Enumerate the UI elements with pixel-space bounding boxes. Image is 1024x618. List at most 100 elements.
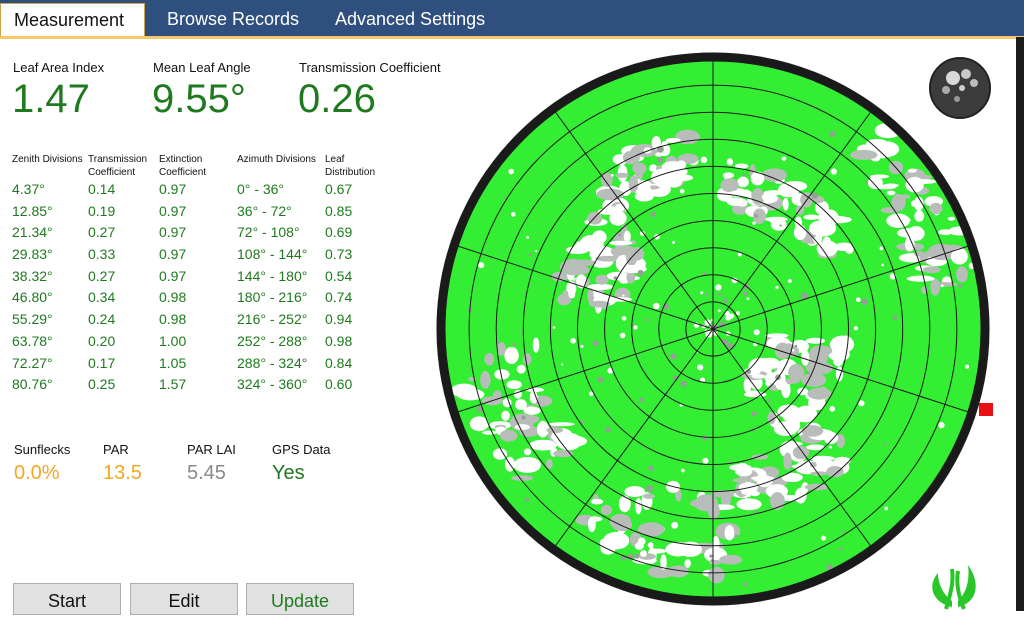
extinction-cell: 1.05 <box>159 354 187 371</box>
sky-gap-patch <box>837 335 853 348</box>
transmission-cell: 0.34 <box>88 289 116 306</box>
azimuth-cell: 36° - 72° <box>237 202 292 219</box>
sky-gap-speck <box>938 422 945 429</box>
sky-gap-patch <box>850 149 878 160</box>
sky-gap-speck <box>634 553 640 559</box>
sky-gap-speck <box>622 294 625 297</box>
extinction-header: Extinction Coefficient <box>159 154 207 178</box>
sky-gap-patch <box>590 498 604 505</box>
sky-gap-patch <box>624 486 646 498</box>
sky-gap-patch <box>788 363 805 382</box>
sky-gap-patch <box>637 522 665 537</box>
sky-gap-patch <box>511 475 534 481</box>
sky-gap-patch <box>759 357 780 369</box>
sky-gap-speck <box>746 297 750 301</box>
sky-gap-speck <box>702 435 708 441</box>
leaf-cell: 0.69 <box>325 224 353 241</box>
update-button[interactable]: Update <box>246 583 354 615</box>
sky-gap-patch <box>482 430 497 435</box>
tab-advanced-settings[interactable]: Advanced Settings <box>335 3 485 37</box>
sky-gap-speck <box>742 173 746 177</box>
lai-value: 1.47 <box>12 77 90 121</box>
sky-gap-speck <box>753 329 760 336</box>
sky-gap-speck <box>839 547 843 551</box>
zenith-cell: 80.76° <box>12 376 53 393</box>
sky-gap-patch <box>615 172 630 178</box>
leaf-cell: 0.73 <box>325 246 353 263</box>
sky-gap-patch <box>823 431 839 444</box>
sky-gap-speck <box>503 196 507 200</box>
transmission-cell: 0.20 <box>88 332 116 349</box>
sky-gap-patch <box>783 452 792 470</box>
tab-browse-records[interactable]: Browse Records <box>167 3 299 37</box>
par-value: 13.5 <box>103 462 142 484</box>
transmission-header: Transmission Coefficient <box>88 154 148 178</box>
sky-gap-patch <box>766 374 776 379</box>
sky-gap-speck <box>521 415 526 420</box>
sky-gap-speck <box>647 542 654 549</box>
sky-gap-speck <box>700 291 704 295</box>
sky-gap-speck <box>884 506 889 511</box>
sky-gap-patch <box>947 216 955 221</box>
sky-gap-patch <box>805 337 826 344</box>
sky-gap-speck <box>743 291 749 296</box>
sky-gap-patch <box>807 387 832 400</box>
sky-gap-speck <box>742 467 748 473</box>
sky-gap-patch <box>600 504 613 516</box>
edit-button[interactable]: Edit <box>130 583 238 615</box>
transmission-cell: 0.33 <box>88 246 116 263</box>
sky-gap-speck <box>510 212 516 217</box>
sky-gap-patch <box>826 466 844 478</box>
sky-gap-patch <box>810 345 833 357</box>
sky-gap-speck <box>821 535 827 541</box>
sky-gap-patch <box>774 342 791 360</box>
sky-gap-patch <box>516 364 526 374</box>
sky-gap-speck <box>653 302 660 310</box>
sky-gap-patch <box>801 372 827 387</box>
extinction-cell: 1.57 <box>159 376 187 393</box>
leaf-logo-icon[interactable] <box>924 555 984 611</box>
sky-gap-speck <box>830 168 837 175</box>
sky-gap-speck <box>744 498 749 503</box>
sky-gap-speck <box>679 188 685 194</box>
tab-measurement[interactable]: Measurement <box>0 3 145 37</box>
sky-gap-speck <box>655 152 659 156</box>
sky-gap-patch <box>736 498 762 511</box>
sky-gap-patch <box>750 475 775 481</box>
extinction-cell: 0.97 <box>159 267 187 284</box>
north-marker[interactable] <box>979 403 993 416</box>
sky-gap-speck <box>497 341 500 344</box>
sky-gap-patch <box>643 493 655 499</box>
sky-gap-speck <box>742 582 747 587</box>
tab-bar: Measurement Browse Records Advanced Sett… <box>0 0 1024 37</box>
azimuth-column: Azimuth Divisions 0° - 36° 36° - 72° 72° -… <box>237 153 323 396</box>
sky-gap-patch <box>883 183 899 188</box>
zenith-cell: 12.85° <box>12 202 53 219</box>
canopy-thumbnail[interactable] <box>929 57 991 119</box>
sky-gap-patch <box>618 495 631 513</box>
sky-gap-speck <box>681 468 685 473</box>
sky-gap-speck <box>856 297 861 302</box>
sky-gap-speck <box>794 344 798 348</box>
sky-gap-patch <box>548 422 575 427</box>
sky-gap-patch <box>720 178 739 193</box>
zenith-cell: 4.37° <box>12 181 45 197</box>
gps-label: GPS Data <box>272 442 331 457</box>
azimuth-cell: 252° - 288° <box>237 332 308 349</box>
start-button[interactable]: Start <box>13 583 121 615</box>
sky-gap-speck <box>618 233 622 237</box>
transmission-cell: 0.19 <box>88 202 116 219</box>
leaf-cell: 0.54 <box>325 267 353 284</box>
tc-value: 0.26 <box>298 77 376 121</box>
azimuth-cell: 108° - 144° <box>237 246 308 263</box>
zenith-cell: 38.32° <box>12 267 53 284</box>
zenith-cell: 21.34° <box>12 224 53 241</box>
extinction-column: Extinction Coefficient 0.97 0.97 0.97 0.97 0… <box>159 153 229 396</box>
sky-gap-speck <box>702 457 709 464</box>
sky-gap-speck <box>646 485 654 493</box>
sky-gap-speck <box>552 326 556 329</box>
sky-gap-patch <box>684 559 691 568</box>
leaf-cell: 0.84 <box>325 354 353 371</box>
transmission-cell: 0.25 <box>88 376 116 393</box>
sky-gap-patch <box>751 374 766 379</box>
